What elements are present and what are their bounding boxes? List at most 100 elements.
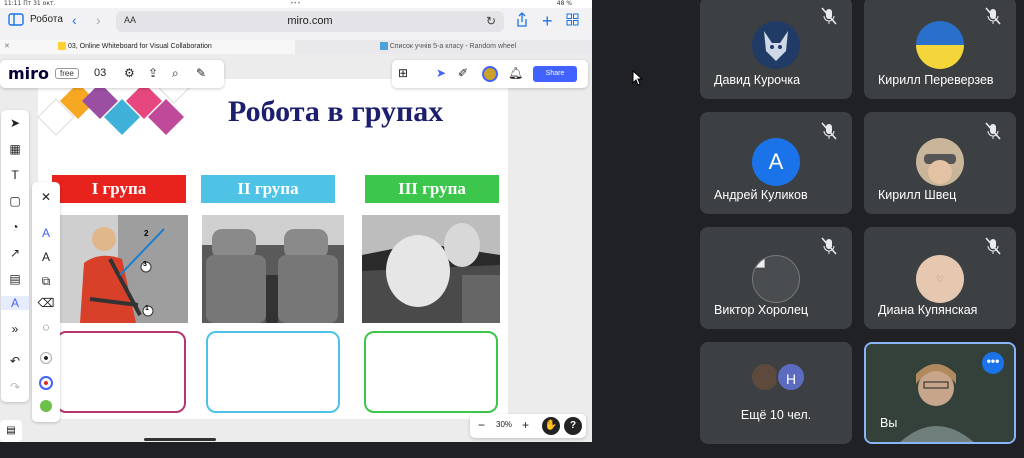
multitask-dots-icon: •••	[290, 0, 301, 7]
self-tile[interactable]: ••• Вы	[864, 342, 1016, 444]
comment-icon[interactable]: ▤	[1, 272, 29, 286]
zoom-controls: − 30% + ✋ ?	[470, 414, 586, 438]
smart-draw-icon[interactable]: ⧉	[32, 274, 60, 289]
ipad-status-bar: 11:11 Пт 31 окт. ••• 48 %	[0, 0, 592, 8]
tab-label: 03, Online Whiteboard for Visual Collabo…	[67, 43, 212, 50]
sidebar-icon[interactable]	[8, 13, 24, 26]
participant-name: Давид Курочка	[714, 73, 801, 87]
select-tool-icon[interactable]: ➤	[1, 116, 29, 130]
zoom-level[interactable]: 30%	[496, 420, 512, 429]
stroke-black-swatch[interactable]	[32, 352, 60, 367]
group-2-header: ІІ група	[201, 175, 335, 203]
more-options-button[interactable]: •••	[982, 352, 1004, 374]
stroke-green-swatch[interactable]	[32, 400, 60, 415]
mic-off-icon	[818, 120, 840, 142]
address-bar[interactable]: AA miro.com ↻	[116, 11, 504, 32]
magic-icon[interactable]: ✎	[196, 66, 206, 80]
participant-name: Андрей Куликов	[714, 188, 808, 202]
avatar: A	[752, 138, 800, 186]
share-button[interactable]: Share	[533, 66, 577, 82]
miro-collab-toolbar: ⊞ ➤ ✐ 🔔︎ Share	[392, 60, 588, 88]
mic-off-icon	[982, 235, 1004, 257]
redo-icon[interactable]: ↷	[1, 380, 29, 394]
share-icon[interactable]	[516, 12, 528, 27]
zoom-in-button[interactable]: +	[522, 418, 529, 432]
participant-tile[interactable]: Кирилл Швец	[864, 112, 1016, 214]
close-icon[interactable]: ✕	[32, 190, 60, 204]
pen-tool-icon[interactable]: A	[1, 296, 29, 310]
more-tools-icon[interactable]: »	[1, 322, 29, 336]
apps-icon[interactable]: ⊞	[398, 66, 408, 80]
templates-icon[interactable]: ▦	[1, 142, 29, 156]
tab-overview-icon[interactable]	[566, 13, 579, 26]
new-tab-icon[interactable]: +	[542, 11, 553, 32]
group-3-answer-box[interactable]	[364, 331, 498, 413]
group-1-answer-box[interactable]	[56, 331, 186, 413]
miro-left-toolbar: ➤ ▦ T ▢ ◔ ↗ ▤ A » ↶ ↷	[1, 110, 29, 402]
group-3-header: ІІІ група	[365, 175, 499, 203]
battery-label: 48 %	[556, 0, 572, 7]
user-avatar[interactable]	[482, 66, 498, 82]
safari-toolbar: Робота ‹ › AA miro.com ↻ +	[0, 8, 592, 40]
mic-off-icon	[982, 5, 1004, 27]
reload-icon[interactable]: ↻	[486, 14, 496, 28]
board-map-icon[interactable]: ▤	[0, 420, 22, 442]
participant-tile[interactable]: ♡ Диана Купянская	[864, 227, 1016, 329]
reactions-icon[interactable]: ✐	[458, 66, 468, 80]
broken-image-icon	[755, 258, 765, 268]
tab-bar: ✕ 03, Online Whiteboard for Visual Colla…	[0, 40, 592, 54]
group-1-header: І група	[52, 175, 186, 203]
lasso-icon[interactable]: ◌	[32, 320, 60, 334]
participant-tile[interactable]: A Андрей Куликов	[700, 112, 852, 214]
url-text: miro.com	[287, 15, 333, 27]
tab-group-label[interactable]: Робота	[30, 14, 63, 25]
decorative-diamonds	[38, 79, 191, 136]
slide-title: Робота в групах	[228, 95, 444, 128]
sticky-note-icon[interactable]: ▢	[1, 194, 29, 208]
eraser-icon[interactable]: ⌫	[32, 296, 60, 310]
participant-name: Виктор Хоролец	[714, 303, 809, 317]
search-icon[interactable]: ⌕	[172, 66, 179, 81]
pen-panel: ✕ A A ⧉ ⌫ ◌	[32, 182, 60, 422]
miro-board-canvas[interactable]: Робота в групах І група ІІ група ІІІ гру…	[0, 54, 592, 442]
export-icon[interactable]: ⇪	[148, 66, 158, 80]
back-icon[interactable]: ‹	[72, 12, 77, 28]
others-tile[interactable]: Н Ещё 10 чел.	[700, 342, 852, 444]
settings-icon[interactable]: ⚙	[124, 66, 135, 80]
participant-name: Кирилл Переверзев	[878, 73, 994, 87]
miro-logo[interactable]: miro	[8, 64, 49, 83]
help-button[interactable]: ?	[564, 417, 582, 435]
participant-name: Диана Купянская	[878, 303, 978, 317]
home-indicator	[144, 438, 216, 441]
hand-tool-icon[interactable]: ✋	[542, 417, 560, 435]
board-name[interactable]: 03	[94, 67, 106, 79]
cursor-mode-icon[interactable]: ➤	[436, 66, 446, 80]
avatar	[916, 138, 964, 186]
ipad-screen: 11:11 Пт 31 окт. ••• 48 % Робота ‹ › AA …	[0, 0, 592, 442]
forward-icon[interactable]: ›	[96, 12, 101, 28]
participant-tile[interactable]: Кирилл Переверзев	[864, 0, 1016, 99]
text-tool-icon[interactable]: T	[1, 168, 29, 182]
stroke-red-swatch[interactable]	[32, 376, 60, 393]
mic-off-icon	[818, 235, 840, 257]
group-2-answer-box[interactable]	[206, 331, 340, 413]
participant-tile[interactable]: Давид Курочка	[700, 0, 852, 99]
airbag-photo	[362, 215, 500, 323]
zoom-out-button[interactable]: −	[478, 418, 485, 432]
undo-icon[interactable]: ↶	[1, 354, 29, 368]
pen-icon[interactable]: A	[32, 226, 60, 240]
avatar: Н	[776, 362, 806, 392]
connector-icon[interactable]: ↗	[1, 246, 29, 260]
highlighter-icon[interactable]: A	[32, 250, 60, 264]
close-tab-icon[interactable]: ✕	[4, 40, 10, 54]
seatbelt-photo: 2 3 1	[60, 215, 188, 323]
mic-off-icon	[818, 5, 840, 27]
notifications-icon[interactable]: 🔔︎	[508, 66, 523, 80]
lesson-slide: Робота в групах І група ІІ група ІІІ гру…	[38, 79, 508, 419]
tab-random-wheel[interactable]: Список учнів 5-а класу - Random wheel	[296, 40, 592, 54]
participant-tile[interactable]: Виктор Хоролец	[700, 227, 852, 329]
wheel-favicon	[379, 42, 388, 51]
tab-miro[interactable]: ✕ 03, Online Whiteboard for Visual Colla…	[0, 40, 295, 54]
shapes-icon[interactable]: ◔	[1, 220, 29, 234]
shared-screen: 11:11 Пт 31 окт. ••• 48 % Робота ‹ › AA …	[0, 0, 592, 458]
